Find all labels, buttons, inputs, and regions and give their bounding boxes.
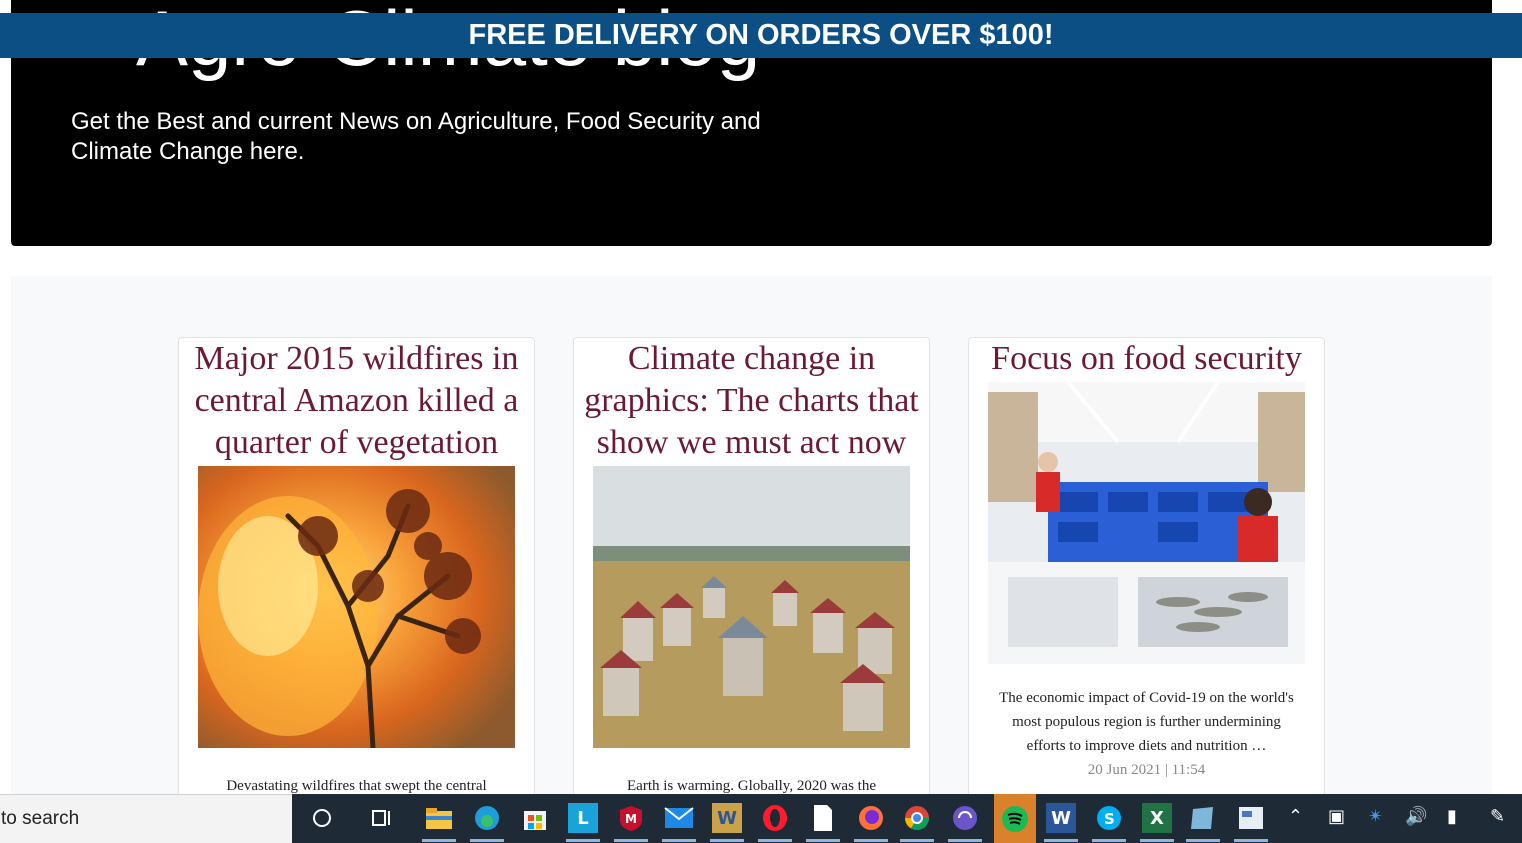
post-excerpt: The economic impact of Covid-19 on the w…: [999, 690, 1294, 754]
notes-icon[interactable]: [1186, 803, 1220, 842]
post-title[interactable]: Focus on food security: [969, 338, 1324, 380]
battery-icon[interactable]: ▮: [1447, 806, 1457, 827]
svg-text:S: S: [1104, 810, 1115, 828]
file-icon[interactable]: [806, 803, 840, 842]
file-explorer-icon[interactable]: [422, 803, 456, 842]
taskbar-search-text: to search: [1, 808, 80, 829]
post-card[interactable]: Climate change in graphics: The charts t…: [573, 337, 930, 807]
post-card[interactable]: Focus on food security The economic impa…: [968, 337, 1325, 807]
windows-taskbar: to search L M W W S X ⌃ ▣ ✴ 🔊 ▮ ✎: [0, 794, 1522, 843]
edge-icon[interactable]: [470, 803, 504, 842]
post-meta: 20 Jun 2021 | 11:54: [1087, 762, 1206, 778]
taskbar-search[interactable]: to search: [0, 794, 292, 843]
chevron-up-icon[interactable]: ⌃: [1288, 806, 1303, 827]
swirl-app-icon[interactable]: [948, 803, 982, 842]
meet-now-icon[interactable]: ▣: [1328, 806, 1345, 827]
opera-icon[interactable]: [758, 803, 792, 842]
mail-alt-icon[interactable]: [1234, 803, 1268, 842]
post-title[interactable]: Major 2015 wildfires in central Amazon k…: [179, 338, 534, 464]
post-title[interactable]: Climate change in graphics: The charts t…: [574, 338, 929, 464]
word-icon[interactable]: W: [1044, 803, 1078, 842]
task-view-icon[interactable]: [367, 803, 397, 833]
chrome-icon[interactable]: [900, 803, 934, 842]
mcafee-icon[interactable]: M: [614, 803, 648, 842]
l-app-icon[interactable]: L: [566, 803, 600, 842]
flood-image[interactable]: [593, 466, 910, 748]
skype-icon[interactable]: S: [1092, 803, 1126, 842]
cortana-icon[interactable]: [307, 803, 337, 833]
food-market-image[interactable]: [988, 382, 1305, 664]
pen-icon[interactable]: ✎: [1490, 806, 1505, 827]
wildfire-image[interactable]: [198, 466, 515, 748]
mail-icon[interactable]: [662, 803, 696, 842]
bluetooth-icon[interactable]: ✴: [1368, 806, 1383, 827]
volume-icon[interactable]: 🔊: [1405, 806, 1427, 827]
post-card[interactable]: Major 2015 wildfires in central Amazon k…: [178, 337, 535, 807]
firefox-icon[interactable]: [854, 803, 888, 842]
excel-icon[interactable]: X: [1140, 803, 1174, 842]
svg-text:M: M: [625, 812, 637, 826]
promo-banner: FREE DELIVERY ON ORDERS OVER $100!: [0, 13, 1522, 58]
store-icon[interactable]: [520, 803, 550, 833]
site-subtitle: Get the Best and current News on Agricul…: [71, 108, 761, 165]
spotify-icon[interactable]: [994, 794, 1036, 843]
wordpad-icon[interactable]: W: [710, 803, 744, 842]
